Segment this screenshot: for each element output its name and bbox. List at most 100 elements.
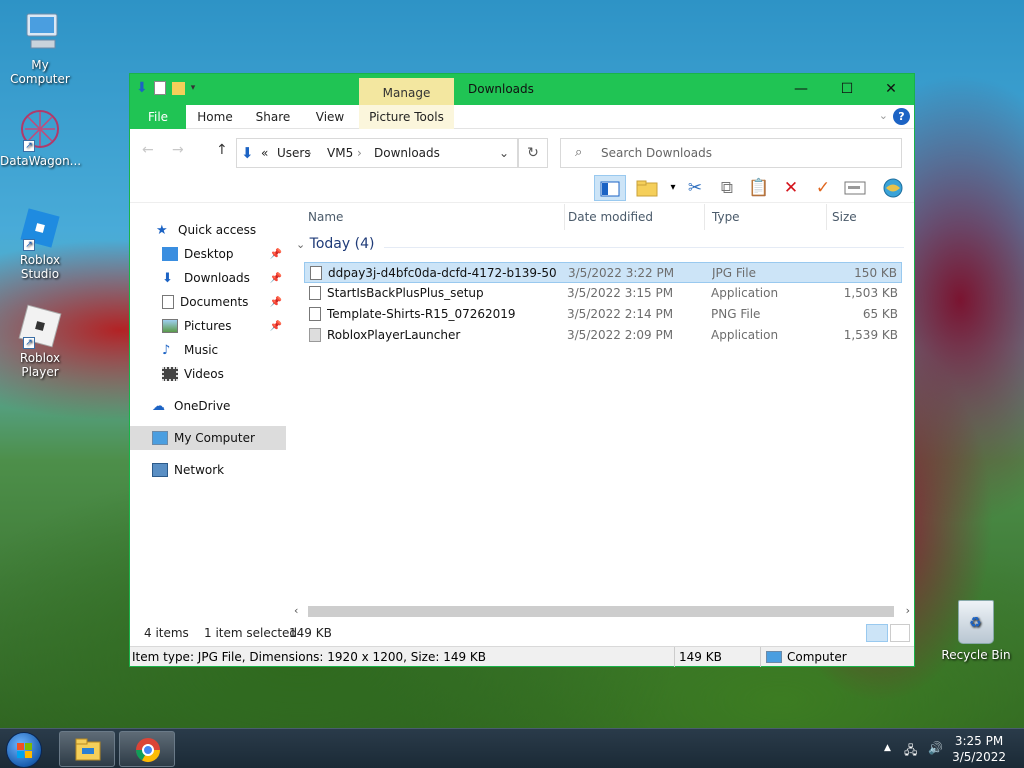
breadcrumb-users[interactable]: Users — [277, 146, 311, 160]
file-type: JPG File — [712, 266, 756, 280]
nav-pictures[interactable]: Pictures 📌 — [130, 314, 286, 338]
address-bar[interactable]: ⬇ « Users › VM5 › Downloads ⌄ — [236, 138, 518, 168]
start-button[interactable] — [6, 732, 42, 768]
file-type: Application — [711, 328, 779, 342]
address-dropdown-icon[interactable]: ⌄ — [499, 146, 509, 160]
recycle-bin-icon: ♻ — [958, 600, 994, 644]
system-clock[interactable]: 3:25 PM 3/5/2022 — [952, 733, 1006, 765]
command-toolbar: ▾ ✂ ⧉ 📋 ✕ ✓ — [130, 173, 914, 203]
column-header-name[interactable]: Name — [308, 204, 343, 230]
nav-onedrive[interactable]: ☁ OneDrive — [130, 394, 286, 418]
minimize-button[interactable]: — — [778, 74, 824, 105]
download-arrow-icon[interactable]: ⬇ — [136, 80, 148, 96]
rename-icon[interactable] — [842, 175, 868, 201]
pin-icon[interactable]: 📌 — [270, 297, 282, 308]
details-view-icon[interactable] — [866, 624, 888, 642]
expand-ribbon-icon[interactable]: ⌄ — [879, 109, 888, 122]
scroll-left-icon[interactable]: ‹ — [294, 604, 298, 617]
tab-file[interactable]: File — [130, 105, 186, 129]
group-divider — [384, 247, 904, 248]
tab-view[interactable]: View — [304, 105, 356, 129]
breadcrumb-separator-icon[interactable]: › — [307, 146, 312, 160]
desktop-icon-label: Roblox Player — [19, 351, 61, 379]
file-row[interactable]: ddpay3j-d4bfc0da-dcfd-4172-b139-50a8... … — [304, 262, 902, 283]
taskbar-chrome[interactable] — [119, 731, 175, 767]
breadcrumb-prefix[interactable]: « — [261, 146, 268, 160]
help-icon[interactable]: ? — [893, 108, 910, 125]
back-arrow-icon[interactable]: ← — [142, 142, 154, 158]
globe-icon[interactable] — [880, 175, 906, 201]
scrollbar-thumb[interactable] — [308, 606, 894, 617]
close-button[interactable]: ✕ — [868, 74, 914, 105]
monitor-icon — [17, 10, 63, 56]
tab-share[interactable]: Share — [246, 105, 300, 129]
document-icon — [162, 295, 174, 309]
copy-icon[interactable]: ⧉ — [714, 175, 740, 201]
nav-desktop[interactable]: Desktop 📌 — [130, 242, 286, 266]
large-icons-view-icon[interactable] — [890, 624, 910, 642]
nav-network[interactable]: Network — [130, 458, 286, 482]
file-date: 3/5/2022 2:14 PM — [567, 307, 674, 321]
nav-quick-access[interactable]: ★ Quick access — [130, 218, 286, 242]
nav-my-computer[interactable]: My Computer — [130, 426, 286, 450]
desktop-icon-recycle-bin[interactable]: ♻ Recycle Bin — [940, 600, 1012, 662]
desktop-icon-datawagon[interactable]: ↗ DataWagon... — [0, 106, 81, 168]
desktop-icon-roblox-studio[interactable]: ↗ Roblox Studio — [0, 205, 80, 281]
column-header-type[interactable]: Type — [712, 204, 740, 230]
nav-label: Desktop — [184, 247, 234, 261]
cloud-icon: ☁ — [152, 399, 165, 414]
refresh-button[interactable]: ↻ — [518, 138, 548, 168]
file-row[interactable]: RobloxPlayerLauncher 3/5/2022 2:09 PM Ap… — [304, 325, 902, 346]
file-row[interactable]: StartIsBackPlusPlus_setup 3/5/2022 3:15 … — [304, 283, 902, 304]
new-folder-icon[interactable] — [634, 175, 660, 201]
tab-picture-tools[interactable]: Picture Tools — [359, 105, 454, 129]
selected-size: 149 KB — [289, 626, 332, 640]
pin-icon[interactable]: 📌 — [270, 321, 282, 332]
nav-music[interactable]: ♪ Music — [130, 338, 286, 362]
nav-documents[interactable]: Documents 📌 — [130, 290, 286, 314]
pin-icon[interactable]: 📌 — [270, 249, 282, 260]
delete-icon[interactable]: ✕ — [778, 175, 804, 201]
manage-context-tab[interactable]: Manage — [359, 78, 454, 105]
forward-arrow-icon[interactable]: → — [172, 142, 184, 158]
scroll-right-icon[interactable]: › — [906, 604, 910, 617]
breadcrumb-vm5[interactable]: VM5 — [327, 146, 353, 160]
breadcrumb-separator-icon[interactable]: › — [357, 146, 362, 160]
application-icon — [309, 286, 321, 300]
group-header-today[interactable]: ⌄ Today (4) — [294, 236, 374, 252]
horizontal-scrollbar[interactable]: ‹ › — [290, 603, 914, 620]
cut-icon[interactable]: ✂ — [682, 175, 708, 201]
check-icon[interactable]: ✓ — [810, 175, 836, 201]
desktop-icon-roblox-player[interactable]: ↗ Roblox Player — [0, 303, 80, 379]
new-folder-icon[interactable] — [171, 81, 185, 95]
search-input[interactable]: ⌕ Search Downloads — [560, 138, 902, 168]
column-divider[interactable] — [564, 204, 565, 230]
nav-downloads[interactable]: ⬇ Downloads 📌 — [130, 266, 286, 290]
column-header-date[interactable]: Date modified — [568, 204, 653, 230]
tab-home[interactable]: Home — [188, 105, 242, 129]
explorer-window: ⬇ ▾ Manage Downloads — ☐ ✕ File Home Sha… — [129, 73, 915, 667]
music-note-icon: ♪ — [162, 343, 171, 358]
volume-icon[interactable]: 🔊 — [928, 741, 943, 755]
preview-pane-button[interactable] — [594, 175, 626, 201]
file-row[interactable]: Template-Shirts-R15_07262019 3/5/2022 2:… — [304, 304, 902, 325]
desktop-icon-my-computer[interactable]: My Computer — [0, 10, 80, 86]
status-bar: 4 items 1 item selected 149 KB — [130, 622, 914, 644]
column-divider[interactable] — [704, 204, 705, 230]
shortcut-arrow-icon: ↗ — [23, 239, 35, 251]
collapse-chevron-icon[interactable]: ⌄ — [296, 238, 305, 251]
column-divider[interactable] — [826, 204, 827, 230]
maximize-button[interactable]: ☐ — [824, 74, 870, 105]
show-hidden-icons-icon[interactable]: ▲ — [884, 743, 891, 753]
breadcrumb-downloads[interactable]: Downloads — [374, 146, 440, 160]
properties-icon[interactable] — [153, 81, 166, 95]
nav-videos[interactable]: Videos — [130, 362, 286, 386]
file-name: ddpay3j-d4bfc0da-dcfd-4172-b139-50a8... — [328, 266, 556, 280]
pin-icon[interactable]: 📌 — [270, 273, 282, 284]
column-header-size[interactable]: Size — [832, 204, 857, 230]
paste-icon[interactable]: 📋 — [746, 175, 772, 201]
qat-dropdown-icon[interactable]: ▾ — [191, 83, 196, 93]
network-icon[interactable]: 🖧 — [904, 741, 917, 762]
up-arrow-icon[interactable]: ↑ — [216, 142, 228, 158]
taskbar-file-explorer[interactable] — [59, 731, 115, 767]
